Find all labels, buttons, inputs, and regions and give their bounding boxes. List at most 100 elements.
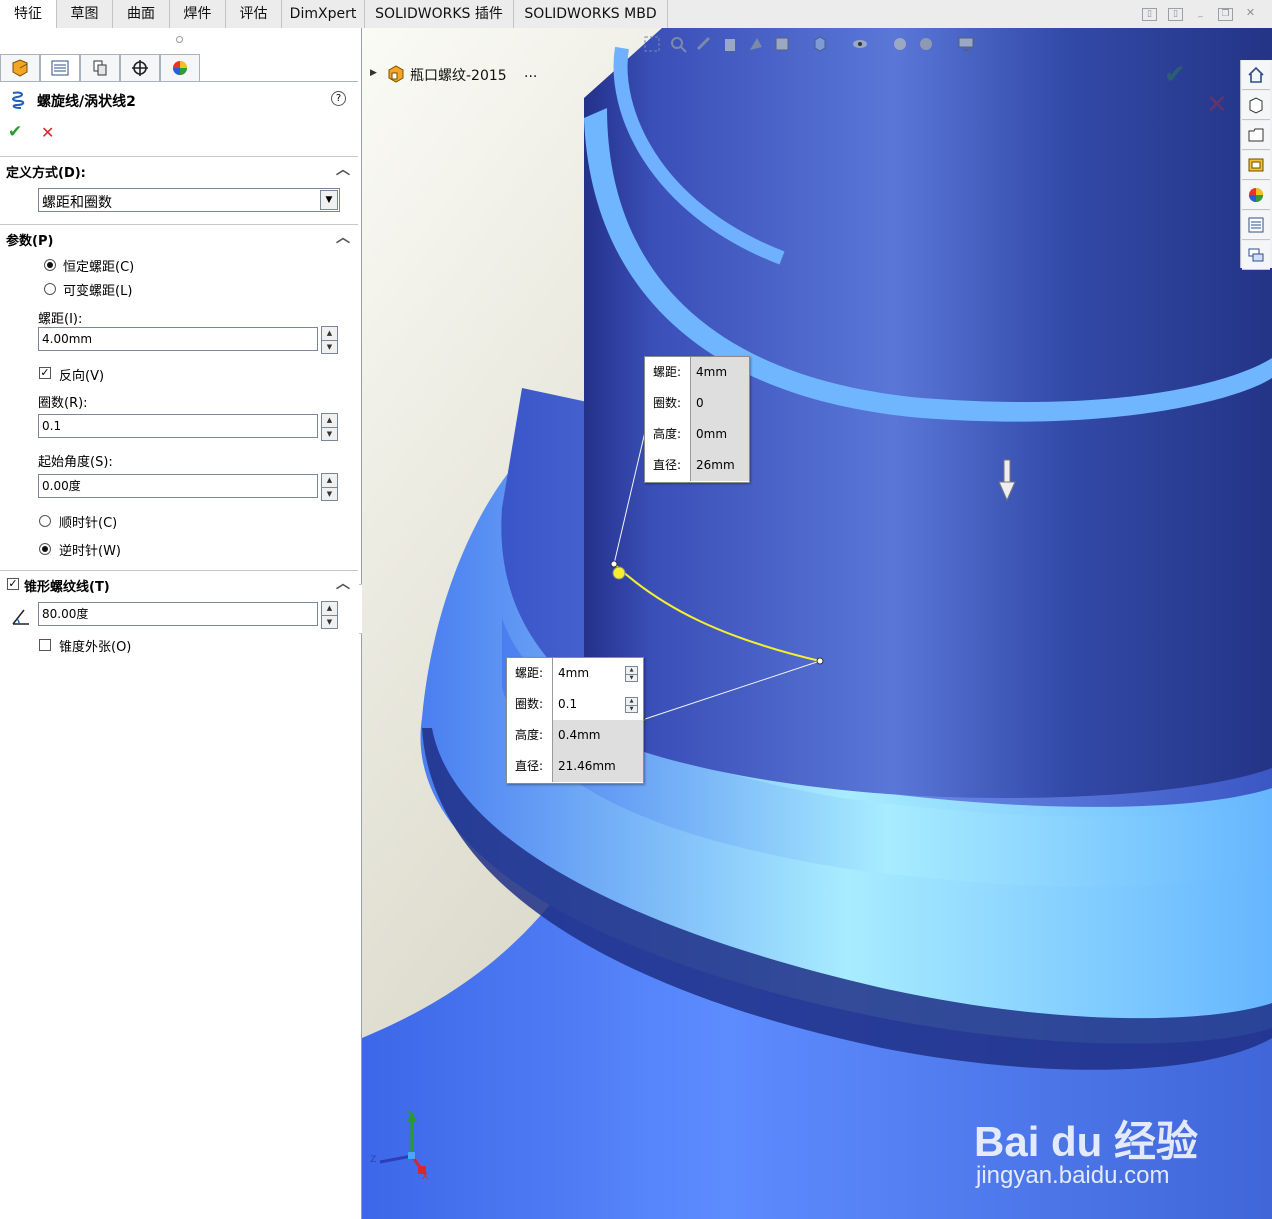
- variable-pitch-radio[interactable]: [44, 283, 56, 295]
- callout-diameter-value: 21.46mm: [552, 751, 643, 782]
- reverse-direction-checkbox[interactable]: ✓: [39, 367, 51, 379]
- view-settings-icon[interactable]: [954, 32, 978, 56]
- revolutions-label: 圈数(R):: [38, 396, 88, 411]
- view-palette-icon[interactable]: [1242, 151, 1270, 180]
- view-orientation-icon[interactable]: [770, 32, 794, 56]
- property-list-icon: [51, 60, 69, 76]
- previous-view-icon[interactable]: [692, 32, 716, 56]
- restore-icon[interactable]: ❐: [1218, 8, 1233, 21]
- tab-dimxpert[interactable]: DimXpert: [282, 0, 365, 28]
- tab-solidworks-mbd[interactable]: SOLIDWORKS MBD: [514, 0, 668, 28]
- close-icon[interactable]: ✕: [1244, 7, 1257, 19]
- home-icon[interactable]: [1242, 61, 1270, 90]
- definition-section-header[interactable]: 定义方式(D): ︿: [0, 156, 358, 181]
- dropdown-arrow-icon[interactable]: ▼: [320, 190, 338, 210]
- parameters-section-header[interactable]: 参数(P) ︿: [0, 224, 358, 249]
- tile-window-icon[interactable]: ▯: [1142, 8, 1157, 21]
- constant-pitch-radio[interactable]: [44, 259, 56, 271]
- cancel-button[interactable]: ✕: [41, 123, 54, 142]
- callout-pitch-spinner[interactable]: ▲ ▼: [625, 666, 638, 682]
- crosshair-icon: [132, 60, 148, 76]
- callout-height-value: 0.4mm: [552, 720, 643, 751]
- callout-revolutions-spinner[interactable]: ▲ ▼: [625, 697, 638, 713]
- solidworks-forum-icon[interactable]: [1242, 241, 1270, 270]
- apply-scene-icon[interactable]: [914, 32, 938, 56]
- file-explorer-icon[interactable]: [1242, 121, 1270, 150]
- property-manager-tab[interactable]: [40, 54, 80, 82]
- feature-tree-icon: [12, 59, 28, 77]
- collapse-chevron-icon[interactable]: ︿: [336, 227, 350, 247]
- tab-solidworks-addins[interactable]: SOLIDWORKS 插件: [365, 0, 514, 28]
- panel-resize-handle[interactable]: [176, 36, 183, 43]
- cascade-window-icon[interactable]: ▯: [1168, 8, 1183, 21]
- callout-revolutions-key: 圈数:: [515, 697, 544, 711]
- model-view: [362, 28, 1272, 1219]
- counterclockwise-radio[interactable]: [39, 543, 51, 555]
- pitch-spinner[interactable]: ▲ ▼: [321, 326, 338, 354]
- callout-height-value: 0mm: [690, 419, 749, 450]
- tree-ellipsis[interactable]: ...: [524, 65, 537, 81]
- part-icon: [388, 65, 404, 83]
- tab-weldments[interactable]: 焊件: [170, 0, 226, 28]
- variable-pitch-label: 可变螺距(L): [63, 284, 133, 299]
- confirm-ok-icon[interactable]: ✔: [1164, 60, 1186, 90]
- helix-icon: [12, 91, 25, 109]
- graphics-area[interactable]: ▶ 瓶口螺纹-2015 ... ✔ ✕ 螺距: 4mm 圈数: 0 高度: 0mm 直…: [362, 28, 1272, 1219]
- tab-divider: [0, 81, 358, 82]
- zoom-to-area-icon[interactable]: [666, 32, 690, 56]
- start-angle-label: 起始角度(S):: [38, 455, 113, 470]
- tab-sketch[interactable]: 草图: [57, 0, 113, 28]
- part-name[interactable]: 瓶口螺纹-2015: [410, 65, 507, 85]
- taper-section-title: 锥形螺纹线(T): [24, 580, 110, 595]
- confirm-cancel-icon[interactable]: ✕: [1206, 90, 1228, 120]
- edit-appearance-icon[interactable]: [888, 32, 912, 56]
- help-icon[interactable]: ?: [331, 91, 346, 106]
- taper-section-header[interactable]: ✓ 锥形螺纹线(T) ︿: [0, 570, 358, 595]
- callout-revolutions-key: 圈数:: [653, 396, 682, 410]
- tab-surfaces[interactable]: 曲面: [113, 0, 170, 28]
- clockwise-radio[interactable]: [39, 515, 51, 527]
- start-angle-spinner[interactable]: ▲ ▼: [321, 473, 338, 501]
- counterclockwise-label: 逆时针(W): [59, 544, 121, 559]
- display-manager-tab[interactable]: [160, 54, 200, 82]
- collapse-chevron-icon[interactable]: ︿: [336, 159, 350, 179]
- zoom-to-fit-icon[interactable]: [640, 32, 664, 56]
- dimxpert-manager-tab[interactable]: [120, 54, 160, 82]
- expand-tree-icon[interactable]: ▶: [370, 68, 377, 78]
- callout-diameter-key: 直径:: [653, 458, 682, 472]
- clockwise-label: 顺时针(C): [59, 516, 118, 531]
- taper-helix-checkbox[interactable]: ✓: [7, 578, 19, 590]
- taper-outward-checkbox[interactable]: [39, 639, 51, 651]
- ok-button[interactable]: ✔: [8, 122, 22, 142]
- section-view-icon[interactable]: [718, 32, 742, 56]
- taper-angle-spinner[interactable]: ▲ ▼: [321, 601, 338, 629]
- pitch-input[interactable]: 4.00mm: [38, 327, 318, 351]
- taper-outward-label: 锥度外张(O): [59, 640, 132, 655]
- tab-evaluate[interactable]: 评估: [226, 0, 282, 28]
- helix-start-callout: 螺距: 4mm 圈数: 0 高度: 0mm 直径: 26mm: [644, 356, 750, 483]
- callout-revolutions-value: 0: [690, 388, 749, 419]
- revolutions-spinner[interactable]: ▲ ▼: [321, 413, 338, 441]
- watermark-logo: Bai du 经验: [974, 1118, 1199, 1165]
- custom-properties-icon[interactable]: [1242, 211, 1270, 240]
- taper-angle-icon: [12, 609, 29, 625]
- hide-show-items-icon[interactable]: [848, 32, 872, 56]
- tab-features[interactable]: 特征: [0, 0, 57, 28]
- callout-height-key: 高度:: [653, 427, 682, 441]
- configuration-manager-tab[interactable]: [80, 54, 120, 82]
- triad-x-label: X: [422, 1172, 429, 1182]
- feature-manager-tab[interactable]: [0, 54, 40, 82]
- dynamic-annotation-icon[interactable]: [744, 32, 768, 56]
- design-library-icon[interactable]: [1242, 91, 1270, 120]
- display-style-icon[interactable]: [808, 32, 832, 56]
- taper-angle-input[interactable]: 80.00度: [38, 602, 318, 626]
- definition-section-title: 定义方式(D):: [6, 166, 86, 181]
- appearances-scenes-icon[interactable]: [1242, 181, 1270, 210]
- revolutions-input[interactable]: 0.1: [38, 414, 318, 438]
- minimize-icon[interactable]: _: [1194, 8, 1207, 19]
- reverse-direction-label: 反向(V): [59, 369, 105, 384]
- definition-dropdown[interactable]: 螺距和圈数 ▼: [38, 188, 340, 212]
- collapse-chevron-icon[interactable]: ︿: [336, 573, 350, 593]
- configuration-icon: [93, 60, 107, 76]
- start-angle-input[interactable]: 0.00度: [38, 474, 318, 498]
